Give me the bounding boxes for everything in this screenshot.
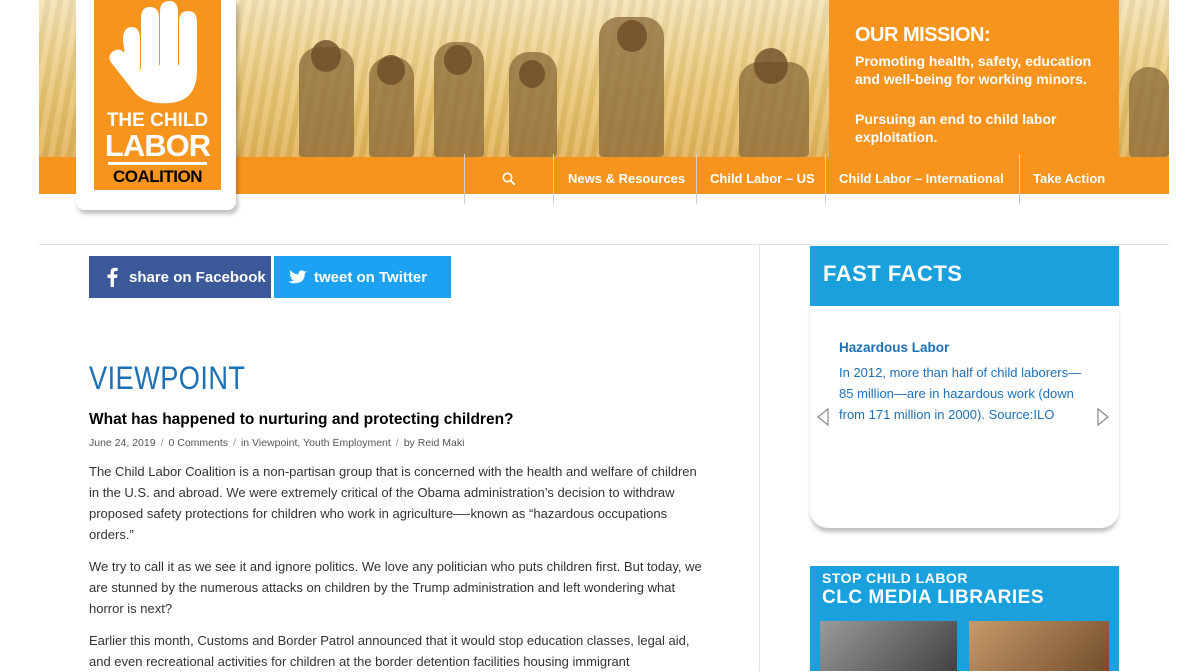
site-logo[interactable]: THE CHILD LABOR COALITION [76,0,236,210]
article-comments-link[interactable]: 0 Comments [168,437,228,449]
search-icon [502,172,516,186]
mission-text-1: Promoting health, safety, education and … [855,53,1092,87]
media-photo [820,621,957,671]
mission-heading: OUR MISSION: [855,24,991,46]
media-photo [969,621,1109,671]
previous-arrow-icon[interactable] [816,408,830,426]
tweet-twitter-label: tweet on Twitter [314,269,428,286]
article-in-label: in [240,437,250,449]
logo-text-line3: COALITION [113,167,203,186]
fast-fact-title: Hazardous Labor [839,340,950,355]
nav-divider [825,154,826,204]
share-facebook-label: share on Facebook [129,269,266,286]
facebook-icon [107,267,118,287]
article-author-link[interactable]: Reid Maki [418,437,465,449]
article-title[interactable]: What has happened to nurturing and prote… [89,411,514,429]
fast-fact-text: In 2012, more than half of child laborer… [839,365,1082,422]
tweet-twitter-button[interactable]: tweet on Twitter [274,256,451,298]
nav-divider [696,154,697,204]
article-category-link[interactable]: Youth Employment [303,437,391,449]
next-arrow-icon[interactable] [1096,408,1110,426]
article-by-label: by [403,437,415,449]
article-meta: June 24, 2019/0 Comments / in Viewpoint, Y… [89,437,465,449]
nav-news-resources[interactable]: News & Resources [568,171,685,186]
search-button[interactable] [465,157,554,203]
twitter-bird-icon [288,270,308,284]
fast-facts-heading: FAST FACTS [823,261,963,286]
hand-icon [109,0,197,104]
article-date: June 24, 2019 [89,437,156,449]
nav-child-labor-us[interactable]: Child Labor – US [710,171,815,186]
sidebar-divider [759,245,760,671]
header-divider [39,244,1169,245]
media-library-banner[interactable]: STOP CHILD LABOR CLC MEDIA LIBRARIES [810,566,1119,671]
mission-statement: OUR MISSION: Promoting health, safety, e… [829,0,1119,157]
article-paragraph: We try to call it as we see it and ignor… [89,559,702,616]
article-paragraph: Earlier this month, Customs and Border P… [89,633,690,669]
nav-take-action[interactable]: Take Action [1033,171,1105,186]
media-library-line1: STOP CHILD LABOR [822,570,968,586]
article-category-heading[interactable]: VIEWPOINT [89,360,245,397]
article-paragraph: The Child Labor Coalition is a non-parti… [89,464,697,542]
article-category-link[interactable]: Viewpoint [252,437,297,449]
logo-text-line2: LABOR [104,128,211,163]
nav-divider [1019,154,1020,204]
mission-text-2: Pursuing an end to child labor exploitat… [855,111,1057,145]
fast-facts-header: FAST FACTS [810,246,1119,306]
media-library-line2: CLC MEDIA LIBRARIES [822,587,1045,608]
share-facebook-button[interactable]: share on Facebook [89,256,271,298]
nav-child-labor-international[interactable]: Child Labor – International [839,171,1004,186]
